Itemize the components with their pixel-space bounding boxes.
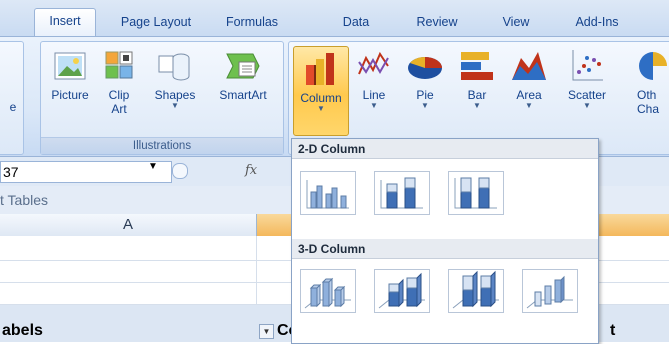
column-button[interactable]: Column ▼ — [293, 46, 349, 136]
picture-icon — [52, 48, 88, 84]
name-box[interactable]: 37 — [0, 161, 172, 183]
smartart-icon — [225, 48, 261, 84]
line-chart-icon — [356, 48, 392, 84]
cut-button-label: e — [9, 100, 17, 114]
3d-100-stacked-column-option[interactable] — [448, 269, 504, 313]
formula-cancel-icon[interactable] — [172, 163, 188, 179]
chevron-down-icon: ▼ — [473, 101, 481, 110]
picture-button[interactable]: Picture — [45, 48, 95, 102]
3d-percent-stacked-column-icon — [452, 270, 499, 309]
chevron-down-icon: ▼ — [525, 101, 533, 110]
chevron-down-icon: ▼ — [317, 104, 325, 113]
line-button[interactable]: Line ▼ — [351, 48, 397, 110]
chevron-down-icon[interactable]: ▼ — [148, 161, 158, 172]
clip-art-button[interactable]: Clip Art — [99, 48, 139, 116]
shapes-icon — [157, 48, 193, 84]
100-stacked-column-option[interactable] — [448, 171, 504, 215]
tab-add-ins[interactable]: Add-Ins — [564, 10, 630, 36]
gallery-section-2d: 2-D Column — [292, 139, 598, 159]
illustrations-group-title: Illustrations — [41, 137, 283, 154]
area-button[interactable]: Area ▼ — [505, 48, 553, 110]
chevron-down-icon: ▼ — [370, 101, 378, 110]
clustered-column-option[interactable] — [300, 171, 356, 215]
stacked-column-icon — [380, 177, 423, 209]
chevron-down-icon: ▼ — [583, 101, 591, 110]
3d-clustered-column-option[interactable] — [300, 269, 356, 313]
shapes-button[interactable]: Shapes ▼ — [145, 48, 205, 110]
other-charts-icon — [635, 48, 669, 84]
pivot-table-label: t Tables — [0, 192, 48, 208]
tab-data[interactable]: Data — [334, 10, 378, 36]
area-chart-icon — [511, 48, 547, 84]
3d-clustered-column-icon — [304, 277, 351, 309]
3d-stacked-column-option[interactable] — [374, 269, 430, 313]
chevron-down-icon: ▼ — [421, 101, 429, 110]
bar-chart-icon — [459, 48, 495, 84]
tab-formulas[interactable]: Formulas — [212, 10, 292, 36]
pie-button[interactable]: Pie ▼ — [401, 48, 449, 110]
3d-column-option[interactable] — [522, 269, 578, 313]
column-chart-icon — [303, 51, 339, 87]
scatter-button[interactable]: Scatter ▼ — [557, 48, 617, 110]
column-chart-gallery: 2-D Column 3-D Column — [291, 138, 599, 344]
tab-insert[interactable]: Insert — [34, 8, 96, 37]
tab-page-layout[interactable]: Page Layout — [108, 10, 204, 36]
insert-function-icon[interactable]: fx — [245, 163, 257, 178]
bar-button[interactable]: Bar ▼ — [453, 48, 501, 110]
filter-dropdown-icon[interactable]: ▼ — [259, 324, 274, 339]
column-header-a[interactable]: A — [0, 214, 257, 236]
ribbon-group-illustrations: Picture Clip Art Shapes ▼ SmartArt Illus… — [40, 41, 284, 155]
chevron-down-icon: ▼ — [171, 101, 179, 110]
clip-art-icon — [101, 48, 137, 84]
3d-stacked-column-icon — [378, 272, 425, 309]
3d-column-icon — [526, 275, 573, 309]
stacked-column-option[interactable] — [374, 171, 430, 215]
smartart-button[interactable]: SmartArt — [209, 48, 277, 102]
scatter-chart-icon — [569, 48, 605, 84]
ribbon-group-cut: e — [0, 41, 24, 155]
tab-view[interactable]: View — [494, 10, 538, 36]
percent-stacked-column-icon — [454, 177, 497, 209]
clustered-column-icon — [306, 180, 349, 209]
other-charts-button[interactable]: Oth Cha — [621, 48, 669, 116]
pie-chart-icon — [407, 48, 443, 84]
gallery-section-3d: 3-D Column — [292, 239, 598, 259]
row-labels-header: abels — [2, 322, 43, 339]
count-header-fragment: t — [610, 322, 616, 339]
tab-review[interactable]: Review — [408, 10, 466, 36]
ribbon-tab-strip: Insert Page Layout Formulas Data Review … — [0, 0, 669, 37]
